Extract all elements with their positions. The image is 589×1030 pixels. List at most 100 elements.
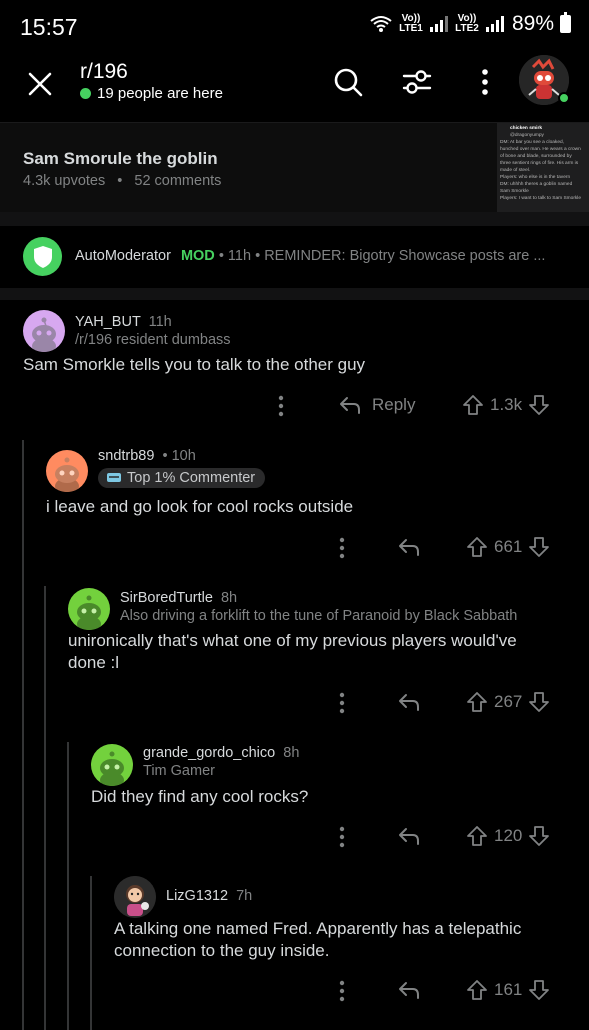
thumb-text: made of steel. <box>500 168 531 173</box>
thumb-text: Sam Smorkle <box>500 189 529 194</box>
reply-icon[interactable] <box>397 979 421 1001</box>
comment-username[interactable]: SirBoredTurtle 8h <box>120 590 237 606</box>
subreddit-header: r/196 19 people are here <box>0 54 589 120</box>
avatar[interactable] <box>68 588 110 630</box>
thread-line[interactable] <box>44 586 46 1030</box>
more-options-icon[interactable] <box>272 394 290 418</box>
status-icons: Vo)) LTE1 Vo)) LTE2 89% <box>370 12 571 36</box>
divider <box>0 288 589 300</box>
thumb-text: DM: At bar you see a cloaked, <box>500 140 564 145</box>
comment-username[interactable]: LizG1312 7h <box>166 888 252 904</box>
vote-controls: 161 <box>466 979 550 1001</box>
status-time: 15:57 <box>20 14 78 40</box>
more-options-icon[interactable] <box>333 825 351 849</box>
more-options-icon[interactable] <box>467 64 503 100</box>
reply-icon[interactable] <box>397 536 421 558</box>
comment-time: 7h <box>236 888 253 904</box>
thumb-text: DM: uhhhh theres a goblin named <box>500 182 573 187</box>
comment-username[interactable]: YAH_BUT 11h <box>75 314 172 330</box>
vote-count: 1.3k <box>490 395 523 414</box>
flair-text: Top 1% Commenter <box>127 470 256 486</box>
downvote-icon[interactable] <box>528 394 550 416</box>
subreddit-name[interactable]: r/196 <box>80 60 128 84</box>
downvote-icon[interactable] <box>528 825 550 847</box>
username[interactable]: YAH_BUT <box>75 314 141 330</box>
filter-icon[interactable] <box>399 64 435 100</box>
username[interactable]: SirBoredTurtle <box>120 590 213 606</box>
commenter-badge-icon <box>107 473 121 482</box>
automod-comment[interactable]: AutoModerator MOD • 11h • REMINDER: Bigo… <box>0 228 589 286</box>
battery-icon <box>560 12 571 33</box>
reply-button[interactable]: Reply <box>338 394 415 416</box>
post-meta: 4.3k upvotes • 52 comments <box>23 173 221 189</box>
upvote-icon[interactable] <box>462 394 484 416</box>
username[interactable]: grande_gordo_chico <box>143 745 275 761</box>
downvote-icon[interactable] <box>528 979 550 1001</box>
sim2-label: Vo)) LTE2 <box>455 13 479 34</box>
thumb-text: of bone and blade, surrounded by <box>500 154 572 159</box>
upvote-icon[interactable] <box>466 691 488 713</box>
user-flair: Tim Gamer <box>143 763 215 779</box>
more-options-icon[interactable] <box>333 979 351 1003</box>
battery-text: 89% <box>511 12 554 35</box>
vote-count: 120 <box>494 826 523 845</box>
downvote-icon[interactable] <box>528 536 550 558</box>
comment-username[interactable]: sndtrb89 • 10h <box>98 448 196 464</box>
thumb-text: @dragonyumpy <box>510 133 544 138</box>
vote-count: 267 <box>494 692 523 711</box>
post-summary[interactable]: Sam Smorule the goblin 4.3k upvotes • 52… <box>0 122 589 213</box>
thumb-text: hunched over man. He wears a crown <box>500 147 581 152</box>
vote-count: 661 <box>494 537 523 556</box>
thread-line[interactable] <box>67 742 69 1030</box>
upvote-icon[interactable] <box>466 825 488 847</box>
vote-controls: 267 <box>466 691 550 713</box>
signal-icon <box>429 16 448 32</box>
comment-time: 11h <box>148 314 172 330</box>
thread-line[interactable] <box>22 440 24 1030</box>
user-flair: Also driving a forklift to the tune of P… <box>120 608 518 624</box>
automod-line: AutoModerator MOD • 11h • REMINDER: Bigo… <box>75 248 575 264</box>
thumb-text: three sentient rings of fire. His arm is <box>500 161 579 166</box>
username[interactable]: sndtrb89 <box>98 448 154 464</box>
automod-text: REMINDER: Bigotry Showcase posts are ... <box>264 248 546 264</box>
close-icon[interactable] <box>22 66 58 102</box>
post-comments-count: 52 comments <box>134 173 222 189</box>
wifi-icon <box>370 16 392 32</box>
comment-body: A talking one named Fred. Apparently has… <box>114 919 522 938</box>
downvote-icon[interactable] <box>528 691 550 713</box>
vote-controls: 120 <box>466 825 550 847</box>
avatar[interactable] <box>114 876 156 918</box>
comment-time: 8h <box>220 590 238 606</box>
mod-badge: MOD <box>180 248 215 264</box>
vote-controls: 1.3k <box>462 394 550 416</box>
upvote-icon[interactable] <box>466 979 488 1001</box>
post-title: Sam Smorule the goblin <box>23 149 218 168</box>
upvote-icon[interactable] <box>466 536 488 558</box>
avatar[interactable] <box>46 450 88 492</box>
avatar[interactable] <box>23 310 65 352</box>
vote-controls: 661 <box>466 536 550 558</box>
status-bar: 15:57 Vo)) LTE1 Vo)) LTE2 89% <box>0 0 589 54</box>
comment-body: Did they find any cool rocks? <box>91 787 309 806</box>
vote-count: 161 <box>494 980 523 999</box>
online-dot-icon <box>80 88 91 99</box>
online-indicator: 19 people are here <box>80 85 223 102</box>
reply-label: Reply <box>372 395 416 414</box>
sim1-label: Vo)) LTE1 <box>399 13 423 34</box>
username[interactable]: LizG1312 <box>166 888 228 904</box>
automod-meta: • 11h • <box>214 248 265 264</box>
reply-icon[interactable] <box>397 825 421 847</box>
thread-line[interactable] <box>90 876 92 1030</box>
avatar[interactable] <box>91 744 133 786</box>
more-options-icon[interactable] <box>333 691 351 715</box>
post-thumbnail[interactable]: chicken smirk @dragonyumpy DM: At bar yo… <box>497 123 589 213</box>
online-count: 19 people are here <box>97 85 223 102</box>
comment-body: connection to the guy inside. <box>114 941 330 960</box>
user-avatar[interactable] <box>519 55 570 105</box>
comment-username[interactable]: grande_gordo_chico 8h <box>143 745 299 761</box>
top-commenter-badge: Top 1% Commenter <box>98 468 266 488</box>
more-options-icon[interactable] <box>333 536 351 560</box>
search-icon[interactable] <box>330 64 366 100</box>
user-flair: /r/196 resident dumbass <box>75 332 231 348</box>
reply-icon[interactable] <box>397 691 421 713</box>
